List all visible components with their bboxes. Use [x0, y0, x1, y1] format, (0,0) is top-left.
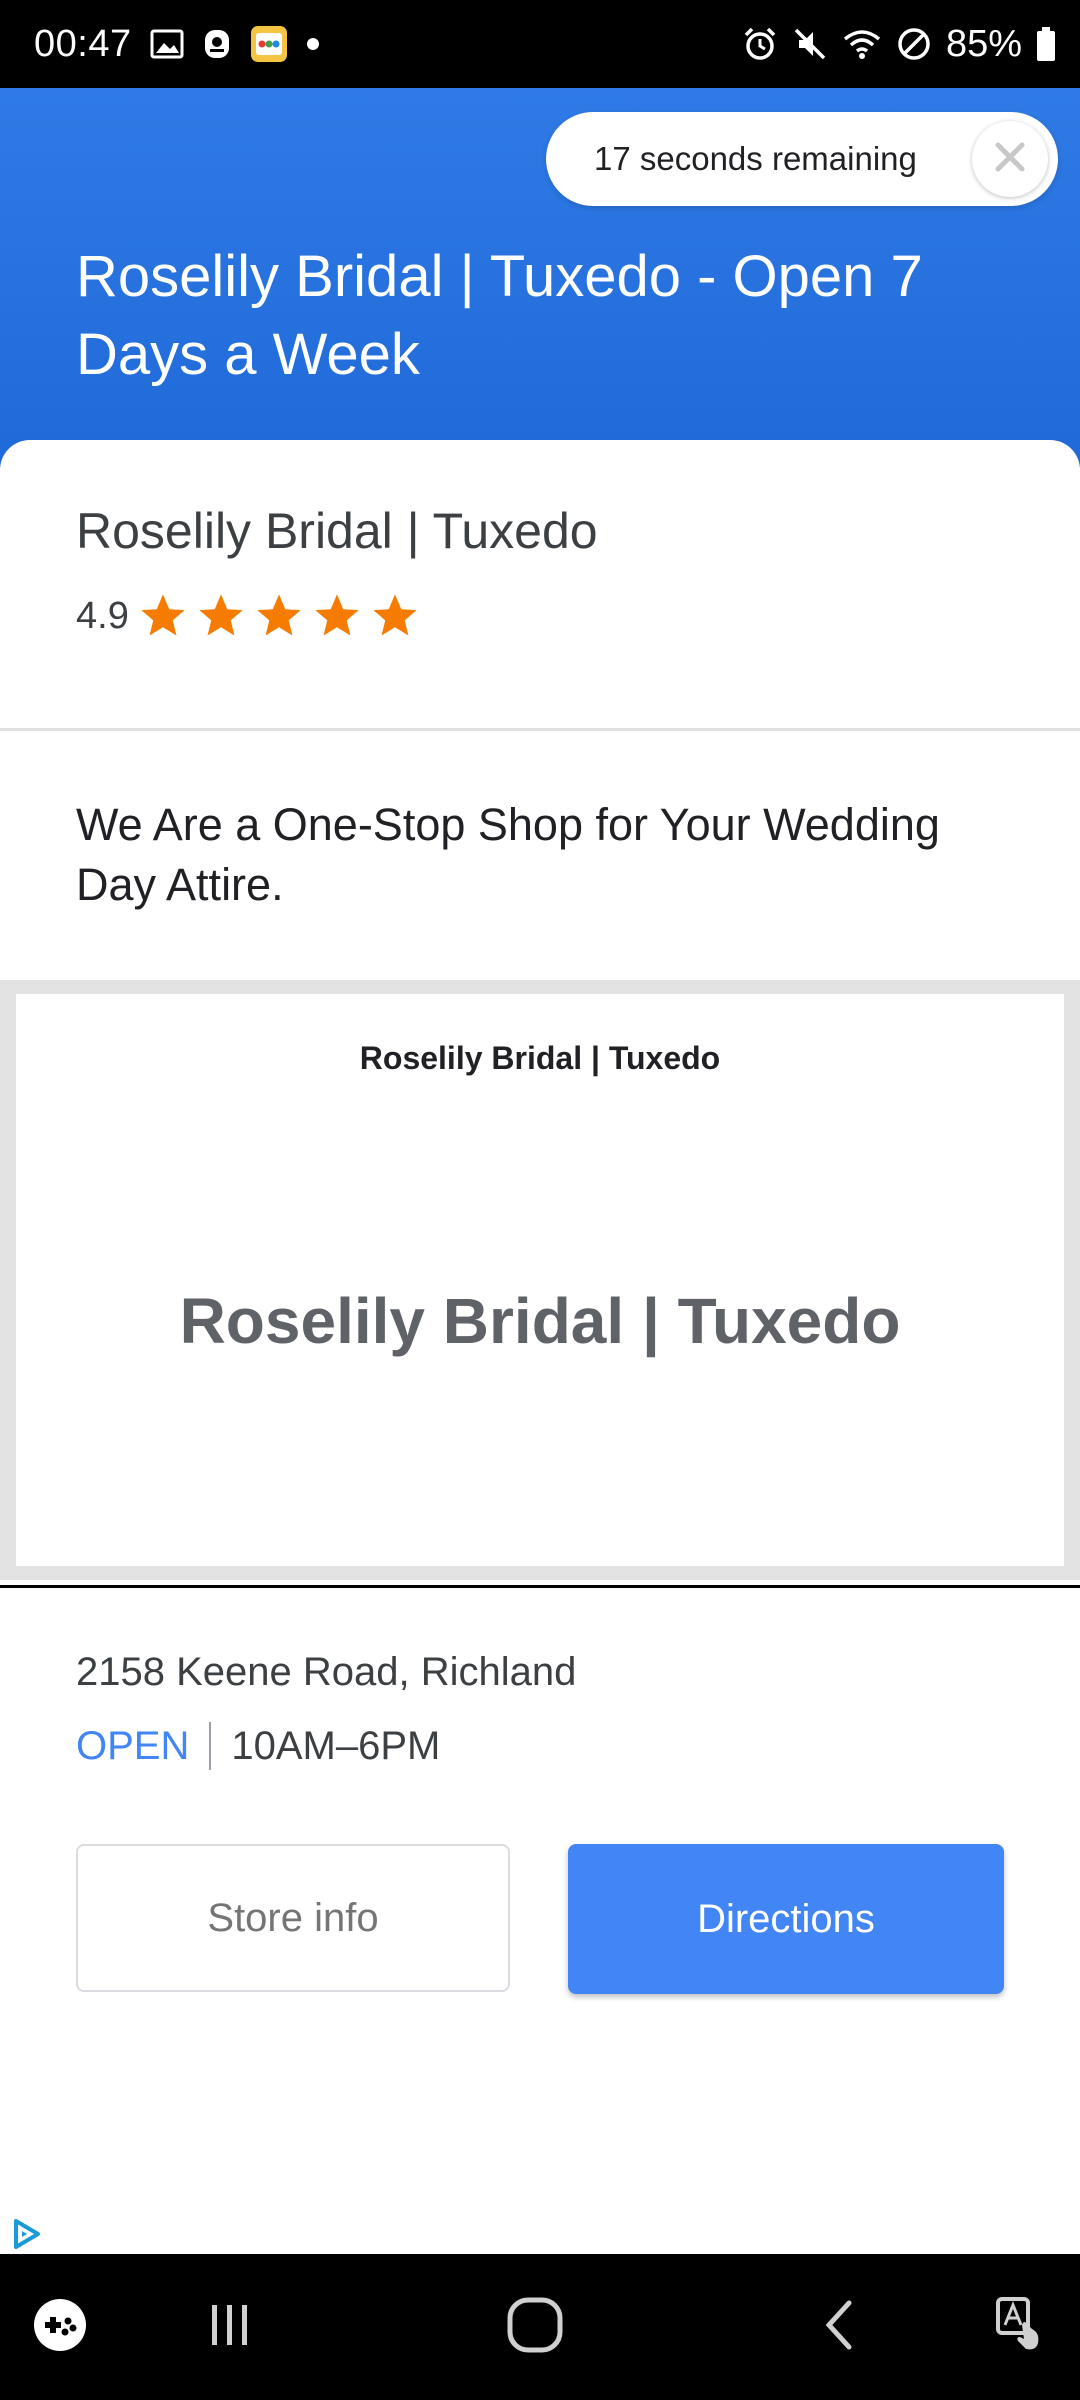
close-button[interactable]: [972, 121, 1048, 197]
recents-button[interactable]: [190, 2254, 270, 2400]
countdown-text: 17 seconds remaining: [594, 140, 917, 177]
accessibility-button[interactable]: [980, 2254, 1060, 2400]
star-icon: [257, 594, 301, 636]
status-time: 00:47: [34, 22, 132, 65]
mute-icon: [792, 26, 828, 62]
back-icon: [815, 2297, 865, 2358]
battery-icon: [1036, 27, 1056, 61]
game-launcher-icon: [32, 2297, 88, 2358]
star-icon: [199, 594, 243, 636]
status-bar: 00:47 85%: [0, 0, 1080, 88]
divider: [0, 728, 1080, 731]
adchoices-icon[interactable]: [8, 2216, 44, 2252]
store-address: 2158 Keene Road, Richland: [76, 1650, 577, 1694]
image-small-title: Roselily Bridal | Tuxedo: [359, 1040, 721, 1076]
star-icon: [141, 594, 185, 636]
star-icon: [315, 594, 359, 636]
game-launcher-button[interactable]: [20, 2254, 100, 2400]
wifi-icon: [842, 27, 882, 61]
home-icon: [505, 2295, 565, 2360]
image-big-title: Roselily Bridal | Tuxedo: [179, 1285, 901, 1357]
close-icon: [990, 137, 1030, 182]
recents-icon: [202, 2297, 258, 2358]
ad-image[interactable]: Roselily Bridal | Tuxedo Roselily Bridal…: [16, 994, 1064, 1566]
dnd-icon: [896, 26, 932, 62]
game-app-icon: [250, 25, 288, 63]
store-info-button[interactable]: Store info: [76, 1844, 510, 1992]
business-name[interactable]: Roselily Bridal | Tuxedo: [76, 502, 598, 560]
gallery-icon: [150, 29, 184, 59]
battery-percent: 85%: [945, 22, 1022, 65]
ad-header: 17 seconds remaining Roselily Bridal | T…: [0, 88, 1080, 468]
hours-separator: [209, 1722, 212, 1770]
accessibility-icon: [990, 2295, 1050, 2360]
rating-value: 4.9: [76, 594, 129, 637]
alarm-icon: [742, 26, 778, 62]
directions-button[interactable]: Directions: [568, 1844, 1004, 1994]
dot-icon: [306, 37, 320, 51]
listing-card: Roselily Bridal | Tuxedo 4.9 We Are a On…: [0, 440, 1080, 2260]
store-hours: 10AM–6PM: [231, 1723, 441, 1768]
navigation-bar: [0, 2254, 1080, 2400]
countdown-pill: 17 seconds remaining: [546, 112, 1058, 206]
tagline[interactable]: We Are a One-Stop Shop for Your Wedding …: [76, 795, 1016, 915]
star-icon: [373, 594, 417, 636]
divider: [0, 1585, 1080, 1588]
ad-image-frame[interactable]: Roselily Bridal | Tuxedo Roselily Bridal…: [0, 980, 1080, 1580]
notification-icon: [202, 27, 232, 61]
home-button[interactable]: [490, 2254, 580, 2400]
open-status: OPEN: [76, 1723, 190, 1768]
back-button[interactable]: [800, 2254, 880, 2400]
hours-row: OPEN 10AM–6PM: [76, 1722, 440, 1770]
ad-title[interactable]: Roselily Bridal | Tuxedo - Open 7 Days a…: [76, 238, 1016, 394]
rating-row: 4.9: [76, 590, 427, 642]
